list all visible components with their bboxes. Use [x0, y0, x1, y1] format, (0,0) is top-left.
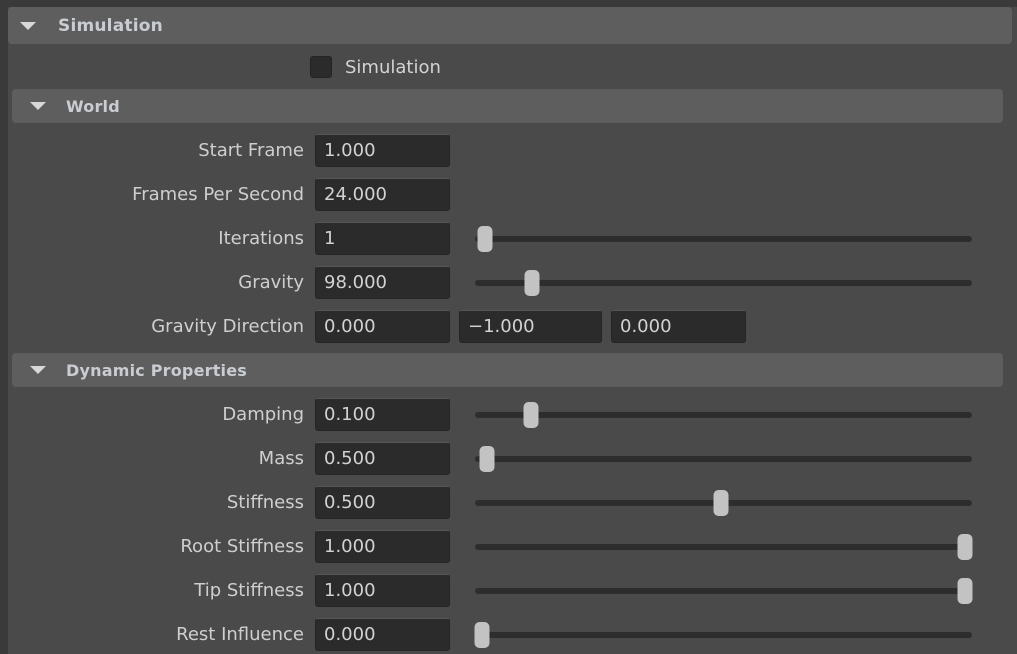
slider-iterations[interactable] — [475, 222, 972, 255]
section-header-dynamic-properties[interactable]: Dynamic Properties — [12, 353, 1003, 387]
slider-mass[interactable] — [475, 442, 972, 475]
slider-tip-stiffness[interactable] — [475, 574, 973, 607]
label-damping: Damping — [222, 403, 304, 425]
slider-stiffness[interactable] — [475, 486, 972, 519]
field-damping[interactable]: 0.100 — [315, 397, 450, 431]
row-damping: Damping 0.100 — [8, 395, 1017, 433]
row-gravity-direction: Gravity Direction 0.000 −1.000 0.000 — [8, 307, 1017, 345]
simulation-enable-label: Simulation — [345, 56, 441, 78]
field-mass[interactable]: 0.500 — [315, 441, 450, 475]
checkbox-unchecked-icon[interactable] — [310, 56, 332, 78]
row-gravity: Gravity 98.000 — [8, 263, 1017, 301]
field-gravity-direction-y[interactable]: −1.000 — [459, 309, 602, 343]
slider-track — [475, 631, 972, 638]
field-frames-per-second[interactable]: 24.000 — [315, 177, 450, 211]
slider-knob[interactable] — [479, 445, 495, 472]
panel-title: Simulation — [58, 15, 163, 36]
field-rest-influence[interactable]: 0.000 — [315, 617, 450, 651]
field-gravity-direction-z[interactable]: 0.000 — [611, 309, 746, 343]
label-frames-per-second: Frames Per Second — [132, 183, 304, 205]
row-start-frame: Start Frame 1.000 — [8, 131, 1017, 169]
simulation-enable-row: Simulation — [8, 48, 1017, 86]
label-mass: Mass — [258, 447, 304, 469]
panel-left-gutter — [0, 0, 8, 654]
label-gravity-direction: Gravity Direction — [151, 315, 304, 337]
slider-track — [475, 235, 972, 242]
field-gravity[interactable]: 98.000 — [315, 265, 450, 299]
field-start-frame[interactable]: 1.000 — [315, 133, 450, 167]
row-mass: Mass 0.500 — [8, 439, 1017, 477]
slider-track — [475, 587, 972, 594]
simulation-properties-panel: Simulation Simulation World Start Frame … — [0, 0, 1017, 654]
field-gravity-direction-x[interactable]: 0.000 — [315, 309, 450, 343]
field-stiffness[interactable]: 0.500 — [315, 485, 450, 519]
slider-knob[interactable] — [524, 269, 540, 296]
slider-damping[interactable] — [475, 398, 972, 431]
slider-track — [475, 543, 972, 550]
row-tip-stiffness: Tip Stiffness 1.000 — [8, 571, 1017, 609]
panel-top-edge — [0, 0, 1017, 7]
section-title-dynamic-properties: Dynamic Properties — [66, 360, 248, 380]
field-tip-stiffness[interactable]: 1.000 — [315, 573, 450, 607]
slider-knob[interactable] — [957, 577, 973, 604]
row-frames-per-second: Frames Per Second 24.000 — [8, 175, 1017, 213]
label-rest-influence: Rest Influence — [176, 623, 304, 645]
slider-gravity[interactable] — [475, 266, 972, 299]
slider-rest-influence[interactable] — [474, 618, 972, 651]
field-root-stiffness[interactable]: 1.000 — [315, 529, 450, 563]
row-stiffness: Stiffness 0.500 — [8, 483, 1017, 521]
slider-track — [475, 279, 972, 286]
slider-knob[interactable] — [957, 533, 973, 560]
slider-track — [475, 411, 972, 418]
label-tip-stiffness: Tip Stiffness — [194, 579, 304, 601]
slider-knob[interactable] — [523, 401, 539, 428]
label-start-frame: Start Frame — [198, 139, 304, 161]
section-header-world[interactable]: World — [12, 89, 1003, 123]
slider-knob[interactable] — [474, 621, 490, 648]
row-rest-influence: Rest Influence 0.000 — [8, 615, 1017, 653]
triangle-down-icon[interactable] — [30, 102, 46, 110]
triangle-down-icon[interactable] — [30, 366, 46, 374]
label-iterations: Iterations — [218, 227, 304, 249]
slider-root-stiffness[interactable] — [475, 530, 973, 563]
section-header-simulation[interactable]: Simulation — [8, 7, 1012, 44]
row-iterations: Iterations 1 — [8, 219, 1017, 257]
slider-track — [475, 455, 972, 462]
label-gravity: Gravity — [238, 271, 304, 293]
label-stiffness: Stiffness — [226, 491, 304, 513]
row-root-stiffness: Root Stiffness 1.000 — [8, 527, 1017, 565]
triangle-down-icon[interactable] — [20, 21, 36, 30]
field-iterations[interactable]: 1 — [315, 221, 450, 255]
section-title-world: World — [66, 96, 120, 116]
slider-knob[interactable] — [477, 225, 493, 252]
label-root-stiffness: Root Stiffness — [180, 535, 304, 557]
slider-knob[interactable] — [713, 489, 729, 516]
